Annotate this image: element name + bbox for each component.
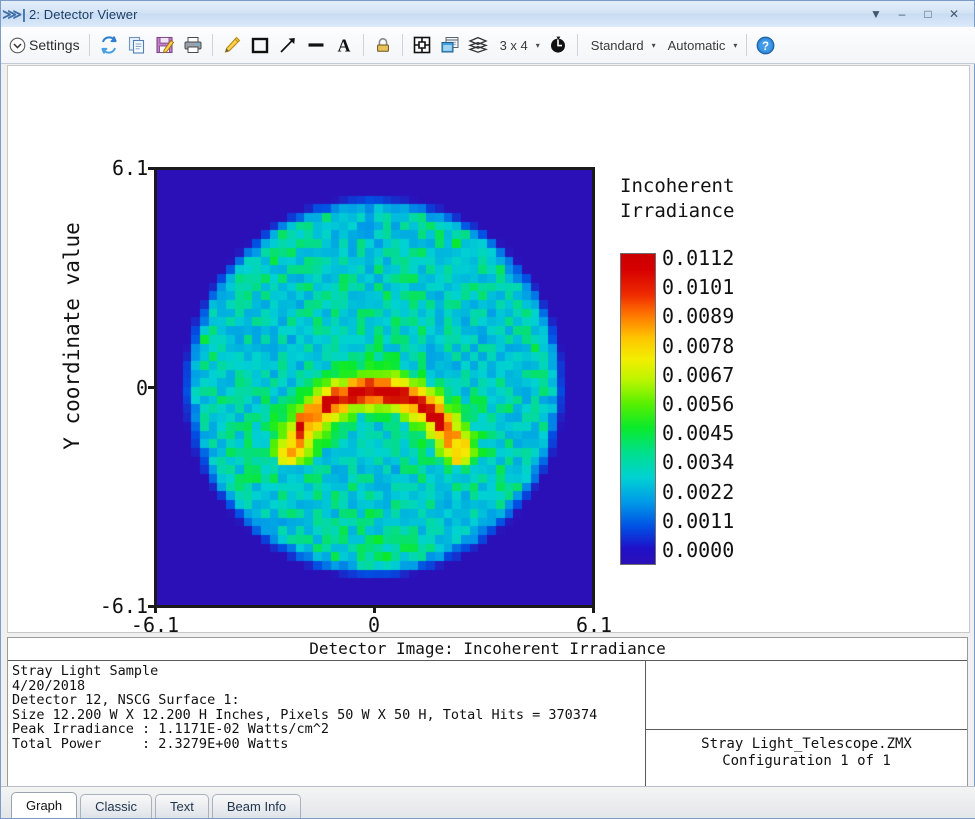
toolbar-separator bbox=[577, 34, 578, 56]
pencil-icon[interactable] bbox=[218, 31, 246, 59]
info-side-blank bbox=[646, 661, 967, 730]
colorbar-tick-9: 0.0011 bbox=[662, 507, 734, 536]
layers-icon[interactable] bbox=[464, 31, 492, 59]
chevron-down-icon: ▾ bbox=[652, 41, 656, 50]
window-icon[interactable] bbox=[436, 31, 464, 59]
settings-label: Settings bbox=[29, 37, 80, 53]
dropdown-icon[interactable]: ▼ bbox=[864, 4, 888, 24]
svg-text:A: A bbox=[337, 36, 350, 56]
grid-size-label: 3 x 4 bbox=[496, 38, 532, 53]
detector-image-plot[interactable] bbox=[154, 167, 595, 608]
colorbar-title-line1: Incoherent bbox=[620, 174, 820, 199]
x-tick-left bbox=[154, 605, 157, 613]
colorbar-gradient bbox=[620, 253, 656, 565]
colorbar-tick-6: 0.0045 bbox=[662, 419, 734, 448]
save-icon[interactable] bbox=[151, 31, 179, 59]
maximize-button[interactable]: □ bbox=[916, 4, 940, 24]
y-axis-label: Y coordinate value bbox=[60, 206, 84, 466]
colorbar-tick-1: 0.0101 bbox=[662, 273, 734, 302]
info-line-1: 4/20/2018 bbox=[12, 679, 645, 694]
info-panel-title: Detector Image: Incoherent Irradiance bbox=[8, 638, 967, 661]
tab-beam-info[interactable]: Beam Info bbox=[212, 794, 301, 818]
colorbar-tick-0: 0.0112 bbox=[662, 244, 734, 273]
info-line-2: Detector 12, NSCG Surface 1: bbox=[12, 693, 645, 708]
y-tick-label-top: 6.1 bbox=[112, 156, 148, 180]
print-icon[interactable] bbox=[179, 31, 207, 59]
detector-viewer-window: ⋙| 2: Detector Viewer ▼ – □ ✕ Settings bbox=[0, 0, 975, 819]
colorbar-tick-7: 0.0034 bbox=[662, 448, 734, 477]
help-button[interactable]: ? bbox=[752, 31, 779, 59]
tab-graph[interactable]: Graph bbox=[11, 792, 77, 818]
x-tick-label-mid: 0 bbox=[354, 613, 394, 633]
info-side-block: Stray Light_Telescope.ZMX Configuration … bbox=[646, 661, 967, 787]
configuration-label: Configuration 1 of 1 bbox=[646, 753, 967, 770]
info-line-3: Size 12.200 W X 12.200 H Inches, Pixels … bbox=[12, 708, 645, 723]
x-tick-label-left: -6.1 bbox=[125, 613, 185, 633]
window-title: 2: Detector Viewer bbox=[27, 7, 138, 22]
rectangle-icon[interactable] bbox=[246, 31, 274, 59]
y-tick-label-mid: 0 bbox=[112, 376, 148, 400]
style-label: Standard bbox=[587, 38, 648, 53]
refresh-icon[interactable] bbox=[95, 31, 123, 59]
toolbar-separator bbox=[89, 34, 90, 56]
colorbar-title: Incoherent Irradiance bbox=[620, 174, 820, 224]
toolbar-separator bbox=[212, 34, 213, 56]
settings-button[interactable]: Settings bbox=[5, 31, 84, 59]
toolbar: Settings bbox=[1, 27, 975, 64]
info-file-block: Stray Light_Telescope.ZMX Configuration … bbox=[646, 730, 967, 787]
lock-icon[interactable] bbox=[369, 31, 397, 59]
info-line-0: Stray Light Sample bbox=[12, 664, 645, 679]
tab-text[interactable]: Text bbox=[155, 794, 209, 818]
refresh-cycle-icon[interactable] bbox=[544, 31, 572, 59]
colorbar-title-line2: Irradiance bbox=[620, 199, 820, 224]
title-bar: ⋙| 2: Detector Viewer ▼ – □ ✕ bbox=[1, 1, 974, 28]
colorbar-tick-3: 0.0078 bbox=[662, 332, 734, 361]
line-icon[interactable] bbox=[302, 31, 330, 59]
x-tick-label-right: 6.1 bbox=[564, 613, 624, 633]
chart-panel: Y coordinate value 6.1 0 -6.1 -6.1 0 6.1… bbox=[7, 65, 970, 633]
toolbar-separator bbox=[363, 34, 364, 56]
colorbar-tick-5: 0.0056 bbox=[662, 390, 734, 419]
colorbar-tick-8: 0.0022 bbox=[662, 478, 734, 507]
minimize-button[interactable]: – bbox=[890, 4, 914, 24]
toolbar-separator bbox=[746, 34, 747, 56]
close-button[interactable]: ✕ bbox=[942, 4, 966, 24]
scale-dropdown[interactable]: Automatic ▾ bbox=[660, 31, 742, 59]
x-tick-mid bbox=[373, 605, 376, 613]
info-text-block: Stray Light Sample4/20/2018Detector 12, … bbox=[8, 661, 646, 787]
style-dropdown[interactable]: Standard ▾ bbox=[583, 31, 660, 59]
y-tick-mid bbox=[148, 386, 156, 389]
tile-icon[interactable] bbox=[408, 31, 436, 59]
scale-label: Automatic bbox=[664, 38, 730, 53]
tab-classic[interactable]: Classic bbox=[80, 794, 152, 818]
info-line-4: Peak Irradiance : 1.1171E-02 Watts/cm^2 bbox=[12, 722, 645, 737]
x-tick-right bbox=[592, 605, 595, 613]
colorbar-tick-4: 0.0067 bbox=[662, 361, 734, 390]
svg-text:?: ? bbox=[762, 41, 769, 53]
info-panel: Detector Image: Incoherent Irradiance St… bbox=[7, 637, 968, 787]
detector-window-icon: ⋙| bbox=[1, 2, 27, 26]
arrow-icon[interactable] bbox=[274, 31, 302, 59]
info-panel-body: Stray Light Sample4/20/2018Detector 12, … bbox=[8, 661, 967, 787]
chevron-down-icon: ▾ bbox=[536, 41, 540, 50]
heatmap-canvas[interactable] bbox=[157, 170, 592, 605]
chevron-down-icon: ▾ bbox=[733, 41, 737, 50]
settings-chevron-down-icon bbox=[9, 37, 26, 54]
copy-icon[interactable] bbox=[123, 31, 151, 59]
colorbar-tick-2: 0.0089 bbox=[662, 302, 734, 331]
grid-size-dropdown[interactable]: 3 x 4 ▾ bbox=[492, 31, 544, 59]
info-line-5: Total Power : 2.3279E+00 Watts bbox=[12, 737, 645, 752]
tab-bar: GraphClassicTextBeam Info bbox=[1, 786, 975, 818]
window-controls: ▼ – □ ✕ bbox=[864, 4, 974, 24]
y-tick-top bbox=[148, 167, 156, 170]
colorbar-tick-list: 0.01120.01010.00890.00780.00670.00560.00… bbox=[662, 244, 734, 565]
colorbar-tick-10: 0.0000 bbox=[662, 536, 734, 565]
file-name-label: Stray Light_Telescope.ZMX bbox=[646, 736, 967, 753]
text-icon[interactable]: A bbox=[330, 31, 358, 59]
toolbar-separator bbox=[402, 34, 403, 56]
